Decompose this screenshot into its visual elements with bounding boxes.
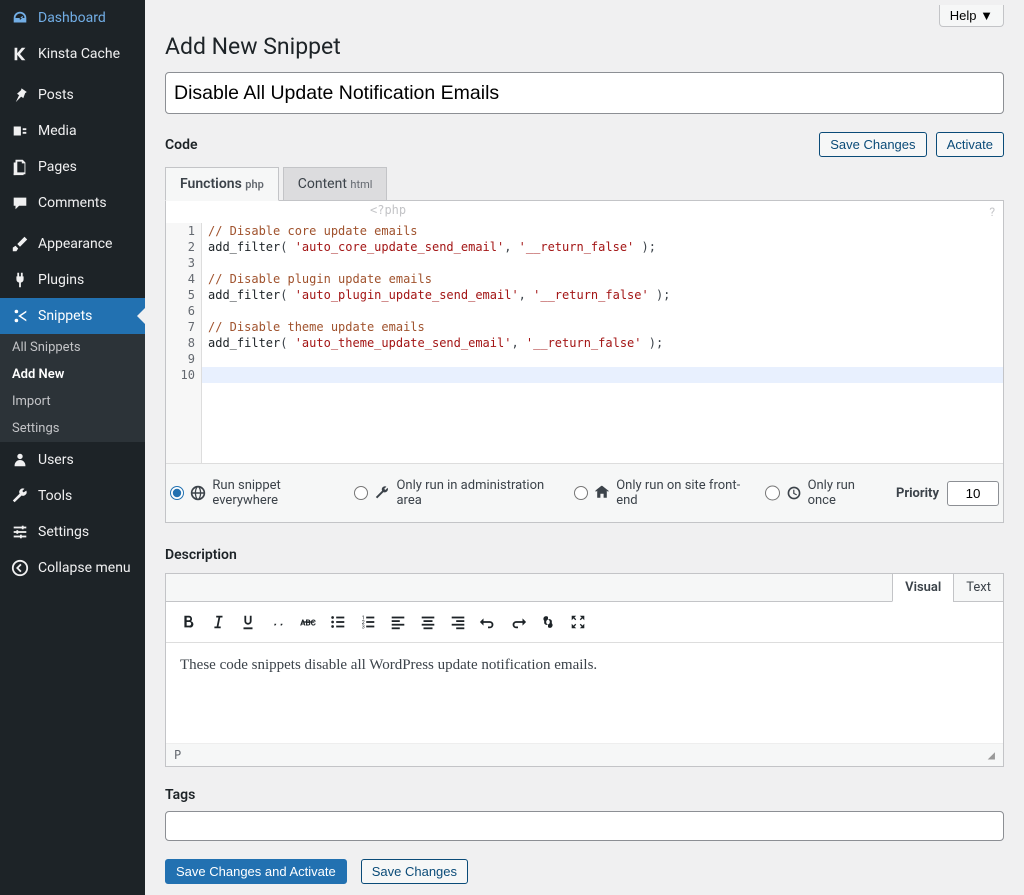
sidebar-item-users[interactable]: Users: [0, 442, 145, 478]
align-right-icon[interactable]: [444, 608, 472, 636]
run-once-radio[interactable]: Only run once: [765, 478, 878, 508]
bold-icon[interactable]: [174, 608, 202, 636]
code-tabs: Functions php Content html: [165, 167, 1004, 201]
sidebar-item-label: Collapse menu: [38, 560, 131, 576]
sidebar-item-pages[interactable]: Pages: [0, 149, 145, 185]
editor-help-icon[interactable]: ?: [989, 205, 995, 219]
tags-input[interactable]: [165, 811, 1004, 841]
sidebar-item-label: Kinsta Cache: [38, 46, 120, 62]
run-everywhere-radio[interactable]: Run snippet everywhere: [170, 478, 336, 508]
sidebar-item-snippets[interactable]: Snippets: [0, 298, 145, 334]
redo-icon[interactable]: [504, 608, 532, 636]
description-editor: Visual Text ABC 123 These code snippets …: [165, 573, 1004, 767]
kinsta-icon: [10, 44, 30, 64]
blockquote-icon[interactable]: [264, 608, 292, 636]
sidebar-item-label: Posts: [38, 87, 74, 103]
pages-icon: [10, 157, 30, 177]
media-icon: [10, 121, 30, 141]
sidebar-item-comments[interactable]: Comments: [0, 185, 145, 221]
save-changes-button[interactable]: Save Changes: [819, 132, 926, 157]
sidebar-item-dashboard[interactable]: Dashboard: [0, 0, 145, 36]
sidebar-item-label: Dashboard: [38, 10, 106, 26]
pin-icon: [10, 85, 30, 105]
clock-icon: [786, 485, 802, 501]
plug-icon: [10, 270, 30, 290]
code-section-title: Code: [165, 137, 198, 153]
link-icon[interactable]: [534, 608, 562, 636]
numbered-list-icon[interactable]: 123: [354, 608, 382, 636]
description-section-title: Description: [165, 547, 1004, 563]
sidebar-item-label: Snippets: [38, 308, 92, 324]
submenu-item[interactable]: Import: [0, 388, 145, 415]
sidebar-item-appearance[interactable]: Appearance: [0, 226, 145, 262]
run-admin-radio[interactable]: Only run in administration area: [354, 478, 556, 508]
text-tab[interactable]: Text: [953, 574, 1003, 601]
sidebar-item-label: Plugins: [38, 272, 84, 288]
line-number-gutter: 12345678910: [166, 223, 202, 463]
sidebar-item-label: Pages: [38, 159, 77, 175]
comment-icon: [10, 193, 30, 213]
underline-icon[interactable]: [234, 608, 262, 636]
sidebar-item-settings[interactable]: Settings: [0, 514, 145, 550]
sliders-icon: [10, 522, 30, 542]
main-content: Help ▼ Add New Snippet Code Save Changes…: [145, 0, 1024, 895]
house-icon: [594, 485, 610, 501]
sidebar-item-label: Appearance: [38, 236, 112, 252]
wrench-icon: [10, 486, 30, 506]
strikethrough-icon[interactable]: ABC: [294, 608, 322, 636]
tab-functions-php[interactable]: Functions php: [165, 167, 279, 201]
brush-icon: [10, 234, 30, 254]
snippet-title-input[interactable]: [165, 72, 1004, 114]
align-center-icon[interactable]: [414, 608, 442, 636]
wrench-icon: [374, 485, 390, 501]
sidebar-item-label: Users: [38, 452, 74, 468]
editor-path-status: P: [174, 748, 181, 762]
submenu-item[interactable]: All Snippets: [0, 334, 145, 361]
sidebar-item-posts[interactable]: Posts: [0, 77, 145, 113]
sidebar-item-label: Comments: [38, 195, 107, 211]
fullscreen-icon[interactable]: [564, 608, 592, 636]
tab-content-html[interactable]: Content html: [283, 167, 388, 200]
sidebar-item-label: Settings: [38, 524, 89, 540]
help-toggle-button[interactable]: Help ▼: [939, 5, 1004, 27]
tags-section-title: Tags: [165, 787, 1004, 803]
run-scope-row: Run snippet everywhere Only run in admin…: [166, 463, 1003, 522]
sidebar-item-plugins[interactable]: Plugins: [0, 262, 145, 298]
run-frontend-radio[interactable]: Only run on site front-end: [574, 478, 747, 508]
italic-icon[interactable]: [204, 608, 232, 636]
priority-label: Priority: [896, 486, 939, 501]
sidebar-item-label: Media: [38, 123, 77, 139]
save-changes-button-footer[interactable]: Save Changes: [361, 859, 468, 884]
page-title: Add New Snippet: [165, 33, 1004, 60]
resize-handle-icon[interactable]: ◢: [988, 748, 995, 762]
globe-icon: [190, 485, 206, 501]
sidebar-item-collapse[interactable]: Collapse menu: [0, 550, 145, 586]
php-open-tag-hint: <?php: [370, 203, 406, 217]
admin-sidebar: Dashboard Kinsta Cache Posts Media Pages Comm…: [0, 0, 145, 895]
sidebar-item-kinsta[interactable]: Kinsta Cache: [0, 36, 145, 72]
code-editor[interactable]: <?php ? 12345678910 // Disable core upda…: [165, 201, 1004, 523]
dash-icon: [10, 8, 30, 28]
editor-toolbar: ABC 123: [166, 602, 1003, 643]
code-lines[interactable]: // Disable core update emailsadd_filter(…: [202, 223, 1003, 463]
activate-button[interactable]: Activate: [936, 132, 1004, 157]
sidebar-item-label: Tools: [38, 488, 72, 504]
priority-input[interactable]: [947, 481, 999, 506]
undo-icon[interactable]: [474, 608, 502, 636]
user-icon: [10, 450, 30, 470]
sidebar-item-tools[interactable]: Tools: [0, 478, 145, 514]
description-content[interactable]: These code snippets disable all WordPres…: [166, 643, 1003, 743]
bullet-list-icon[interactable]: [324, 608, 352, 636]
sidebar-item-media[interactable]: Media: [0, 113, 145, 149]
svg-text:3: 3: [362, 624, 365, 630]
collapse-icon: [10, 558, 30, 578]
submenu-item[interactable]: Settings: [0, 415, 145, 442]
submenu-item[interactable]: Add New: [0, 361, 145, 388]
save-and-activate-button[interactable]: Save Changes and Activate: [165, 859, 347, 884]
visual-tab[interactable]: Visual: [892, 574, 953, 602]
align-left-icon[interactable]: [384, 608, 412, 636]
scissors-icon: [10, 306, 30, 326]
